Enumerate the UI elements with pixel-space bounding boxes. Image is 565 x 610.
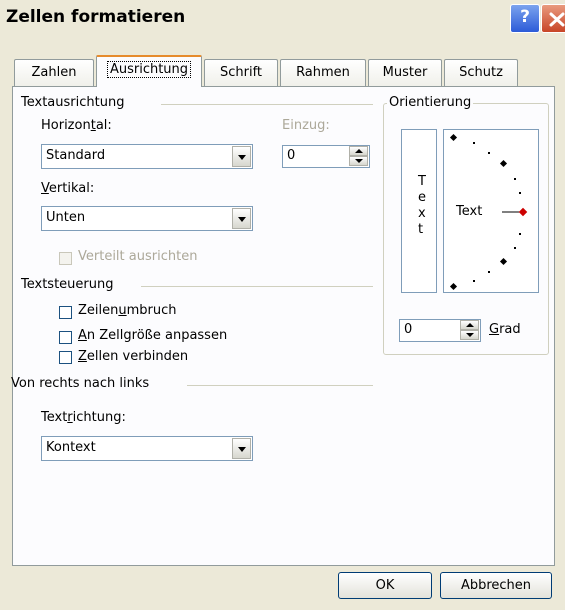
textrichtung-value: Kontext — [46, 440, 96, 455]
tab-zahlen[interactable]: Zahlen — [14, 59, 94, 86]
group-divider — [161, 104, 373, 105]
dial-tick — [519, 192, 521, 194]
vertical-letter: T — [418, 174, 426, 189]
ok-button[interactable]: OK — [338, 572, 432, 599]
horizontal-select[interactable]: Standard — [41, 144, 253, 169]
anpassen-checkbox[interactable] — [59, 331, 72, 344]
textausrichtung-heading: Textausrichtung — [21, 95, 125, 110]
dial-marker — [499, 159, 508, 168]
dial-tick — [514, 247, 516, 249]
dial-tick — [488, 152, 490, 154]
group-divider — [187, 385, 373, 386]
einzug-value: 0 — [287, 148, 296, 163]
vertikal-value: Unten — [46, 210, 86, 225]
dial-pointer-marker — [518, 207, 528, 217]
tab-panel-ausrichtung: Textausrichtung Horizontal: Einzug: Stan… — [11, 86, 555, 566]
tab-ausrichtung[interactable]: Ausrichtung — [96, 55, 202, 87]
group-divider — [141, 286, 373, 287]
dial-tick — [519, 233, 521, 235]
zeilenumbruch-label: Zeilenumbruch — [78, 303, 177, 318]
horizontal-label: Horizontal: — [41, 118, 112, 133]
dial-marker — [449, 282, 458, 291]
dial-tick — [473, 142, 475, 144]
chevron-down-icon[interactable] — [232, 208, 251, 229]
vertical-letter: e — [418, 190, 426, 205]
spin-up-icon[interactable] — [349, 146, 368, 156]
dial-tick — [514, 178, 516, 180]
verbinden-checkbox[interactable] — [59, 351, 72, 364]
grad-value: 0 — [404, 322, 413, 337]
tab-rahmen[interactable]: Rahmen — [280, 59, 366, 86]
orientierung-heading: Orientierung — [387, 95, 474, 110]
help-icon: ? — [520, 7, 530, 27]
verbinden-label: Zellen verbinden — [78, 349, 189, 364]
orientation-dial[interactable]: Text — [443, 129, 539, 293]
vertical-letter: x — [418, 206, 426, 221]
zeilenumbruch-checkbox[interactable] — [59, 306, 72, 319]
textrichtung-label: Textrichtung: — [41, 410, 126, 425]
tab-schrift[interactable]: Schrift — [204, 59, 278, 86]
dial-tick — [488, 271, 490, 273]
vertical-text-option[interactable]: T e x t — [401, 129, 437, 293]
verteilt-checkbox[interactable] — [59, 252, 72, 265]
verteilt-label: Verteilt ausrichten — [78, 249, 198, 264]
dial-marker — [499, 257, 508, 266]
spin-down-icon[interactable] — [460, 330, 479, 340]
anpassen-label: An Zellgröße anpassen — [78, 328, 228, 343]
vertical-letter: t — [418, 222, 424, 237]
einzug-label: Einzug: — [282, 118, 330, 133]
window-title: Zellen formatieren — [6, 7, 186, 27]
einzug-spinner[interactable]: 0 — [282, 145, 370, 168]
close-icon — [549, 12, 565, 27]
chevron-down-icon[interactable] — [232, 438, 251, 459]
rtl-heading: Von rechts nach links — [11, 376, 150, 391]
tab-schutz[interactable]: Schutz — [444, 59, 518, 86]
title-bar: Zellen formatieren ? — [0, 0, 565, 38]
close-button[interactable] — [541, 4, 565, 33]
dial-text: Text — [456, 204, 483, 219]
help-button[interactable]: ? — [510, 4, 540, 33]
dial-marker — [449, 133, 458, 142]
vertikal-label: Vertikal: — [41, 181, 95, 196]
cancel-button[interactable]: Abbrechen — [440, 572, 552, 599]
vertikal-select[interactable]: Unten — [41, 206, 253, 231]
spin-up-icon[interactable] — [460, 320, 479, 330]
dial-tick — [473, 280, 475, 282]
tab-muster[interactable]: Muster — [368, 59, 442, 86]
spin-down-icon[interactable] — [349, 156, 368, 166]
textrichtung-select[interactable]: Kontext — [41, 436, 253, 461]
textsteuerung-heading: Textsteuerung — [21, 277, 114, 292]
chevron-down-icon[interactable] — [232, 146, 251, 167]
grad-label: Grad — [489, 322, 521, 337]
horizontal-value: Standard — [46, 148, 106, 163]
grad-spinner[interactable]: 0 — [399, 319, 481, 342]
